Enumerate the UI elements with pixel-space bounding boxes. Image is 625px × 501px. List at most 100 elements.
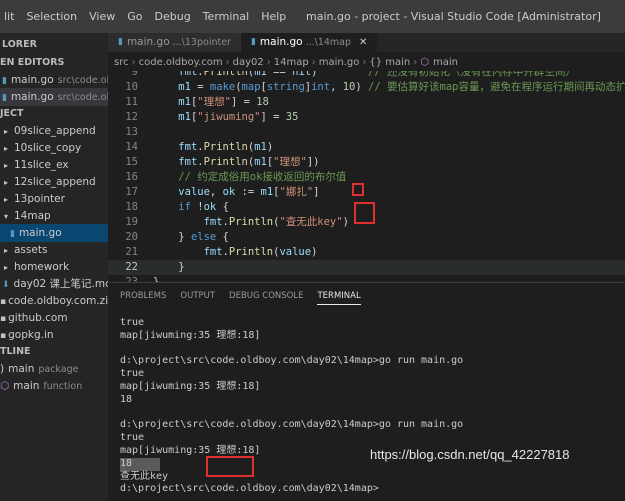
code-line[interactable]: 20 } else { xyxy=(108,230,625,245)
tree-folder[interactable]: ▸ 13pointer xyxy=(0,190,108,208)
open-editor-name: main.go xyxy=(10,91,54,103)
folder-icon: ▪ xyxy=(0,331,7,341)
breadcrumb-item[interactable]: src xyxy=(114,57,129,68)
annotation-box xyxy=(206,456,254,477)
annotation-box xyxy=(354,202,375,224)
editor-tab[interactable]: ▮ main.go ...\13pointer xyxy=(108,33,241,52)
tab-terminal[interactable]: TERMINAL xyxy=(317,291,361,305)
code-line[interactable]: 10 m1 = make(map[string]int, 10) // 要估算好… xyxy=(108,80,625,95)
code-line[interactable]: 12 m1["jiwuming"] = 35 xyxy=(108,110,625,125)
terminal-line: true xyxy=(120,432,145,444)
tab-debug-console[interactable]: DEBUG CONSOLE xyxy=(229,291,303,305)
outline-kind: package xyxy=(38,364,79,375)
chevron-right-icon: › xyxy=(266,57,271,68)
open-editor-path: src\code.oldb... xyxy=(57,75,108,86)
code-line[interactable]: 23} xyxy=(108,275,625,282)
code-line[interactable]: 13 xyxy=(108,125,625,140)
menu-edit[interactable]: lit xyxy=(0,0,20,33)
outline-item[interactable]: ) main package xyxy=(0,360,108,378)
tab-problems[interactable]: PROBLEMS xyxy=(120,291,166,305)
editor-tab-active[interactable]: ▮ main.go ...\14map ✕ xyxy=(240,33,378,52)
tree-label: 11slice_ex xyxy=(14,159,69,171)
terminal-line: d:\project\src\code.oldboy.com\day02\14m… xyxy=(120,355,464,367)
breadcrumb-item[interactable]: main.go xyxy=(319,57,360,68)
chevron-right-icon: ▸ xyxy=(4,161,9,170)
menu-terminal[interactable]: Terminal xyxy=(197,0,256,33)
chevron-right-icon: ▸ xyxy=(4,127,9,136)
chevron-right-icon: ▸ xyxy=(4,144,9,153)
code-text: fmt.Println(value) xyxy=(203,246,318,258)
breadcrumb-item[interactable]: {} main xyxy=(369,57,410,68)
open-editors-header[interactable]: EN EDITORS xyxy=(0,54,108,72)
menu-go[interactable]: Go xyxy=(121,0,148,33)
tree-folder[interactable]: ▸ 11slice_ex xyxy=(0,156,108,174)
line-number: 18 xyxy=(125,201,138,213)
terminal-line: 18 xyxy=(120,393,133,405)
tree-file-active[interactable]: ▮ main.go xyxy=(0,224,108,242)
editor-tab-bar: ▮ main.go ...\13pointer ▮ main.go ...\14… xyxy=(108,33,625,52)
line-number: 16 xyxy=(125,171,138,183)
code-text: m1["jiwuming"] = 35 xyxy=(178,111,299,123)
terminal-line: d:\project\src\code.oldboy.com\day02\14m… xyxy=(120,419,464,431)
tree-label: 14map xyxy=(14,210,51,222)
code-line[interactable]: 15 fmt.Println(m1["理想"]) xyxy=(108,155,625,170)
tab-label: main.go xyxy=(259,36,303,48)
close-icon[interactable]: ✕ xyxy=(359,33,367,52)
tree-file[interactable]: ▪ code.oldboy.com.zip xyxy=(0,292,108,310)
tab-output[interactable]: OUTPUT xyxy=(180,291,215,305)
terminal-line: 查无此key xyxy=(120,470,169,482)
folder-icon: ▪ xyxy=(0,314,7,324)
terminal-prompt[interactable]: d:\project\src\code.oldboy.com\day02\14m… xyxy=(120,483,625,496)
code-line[interactable]: 17 value, ok := m1["娜扎"] xyxy=(108,185,625,200)
code-line[interactable]: 9 fmt.Println(m1 == nil) // 还没有初始化（没有在内存… xyxy=(108,71,625,80)
tree-folder[interactable]: ▪ gopkg.in xyxy=(0,326,108,344)
outline-header[interactable]: TLINE xyxy=(0,343,108,361)
explorer-sidebar: LORER EN EDITORS ▮main.gosrc\code.oldb..… xyxy=(0,33,108,501)
tree-folder[interactable]: ▸ 10slice_copy xyxy=(0,139,108,157)
tab-label: main.go xyxy=(126,36,170,48)
tree-folder[interactable]: ▸ 09slice_append xyxy=(0,122,108,140)
code-line[interactable]: 14 fmt.Println(m1) xyxy=(108,140,625,155)
tree-folder-open[interactable]: ▾ 14map xyxy=(0,207,108,225)
outline-item[interactable]: ⬡ main function xyxy=(0,377,108,395)
line-number: 22 xyxy=(125,261,138,273)
panel-tabs: PROBLEMS OUTPUT DEBUG CONSOLE TERMINAL xyxy=(120,291,375,305)
tree-folder[interactable]: ▪ github.com xyxy=(0,309,108,327)
terminal-line: map[jiwuming:35 理想:18] xyxy=(120,329,261,341)
window-title: main.go - project - Visual Studio Code [… xyxy=(306,10,601,23)
breadcrumb-item[interactable]: code.oldboy.com xyxy=(139,57,223,68)
breadcrumb-item[interactable]: 14map xyxy=(274,57,309,68)
menu-selection[interactable]: Selection xyxy=(20,0,83,33)
tab-hint: ...\14map xyxy=(305,37,352,48)
tree-folder[interactable]: ▸ homework xyxy=(0,258,108,276)
chevron-down-icon: ▾ xyxy=(4,212,9,221)
code-line[interactable]: 21 fmt.Println(value) xyxy=(108,245,625,260)
code-text: m1["理想"] = 18 xyxy=(178,96,269,108)
menu-debug[interactable]: Debug xyxy=(149,0,197,33)
menu-view[interactable]: View xyxy=(83,0,121,33)
tree-label: 10slice_copy xyxy=(14,142,82,154)
code-line[interactable]: 22 } xyxy=(108,260,625,275)
line-number: 23 xyxy=(125,276,138,282)
go-file-icon: ▮ xyxy=(250,37,256,47)
chevron-right-icon: ▸ xyxy=(4,195,9,204)
code-line[interactable]: 11 m1["理想"] = 18 xyxy=(108,95,625,110)
open-editor-item[interactable]: ▮main.gosrc\code.oldb... xyxy=(0,71,108,89)
menu-help[interactable]: Help xyxy=(255,0,292,33)
open-editor-item[interactable]: ▮main.gosrc\code.oldb... xyxy=(0,88,108,106)
code-line[interactable]: 16 // 约定成俗用ok接收返回的布尔值 xyxy=(108,170,625,185)
outline-kind: function xyxy=(43,381,83,392)
project-header[interactable]: JECT xyxy=(0,105,108,123)
code-editor[interactable]: 9 fmt.Println(m1 == nil) // 还没有初始化（没有在内存… xyxy=(108,71,625,282)
tree-folder[interactable]: ▸ assets xyxy=(0,241,108,259)
terminal-output[interactable]: true map[jiwuming:35 理想:18] d:\project\s… xyxy=(120,317,625,496)
breadcrumb-item[interactable]: main xyxy=(433,57,458,68)
code-text: fmt.Println(m1["理想"]) xyxy=(178,156,320,168)
tree-file[interactable]: ⬇ day02 课上笔记.md xyxy=(0,275,108,293)
tree-folder[interactable]: ▸ 12slice_append xyxy=(0,173,108,191)
function-cube-icon: ⬡ xyxy=(420,57,429,68)
line-number: 20 xyxy=(125,231,138,243)
breadcrumb-item[interactable]: day02 xyxy=(233,57,264,68)
tree-label: day02 课上笔记.md xyxy=(13,278,108,290)
